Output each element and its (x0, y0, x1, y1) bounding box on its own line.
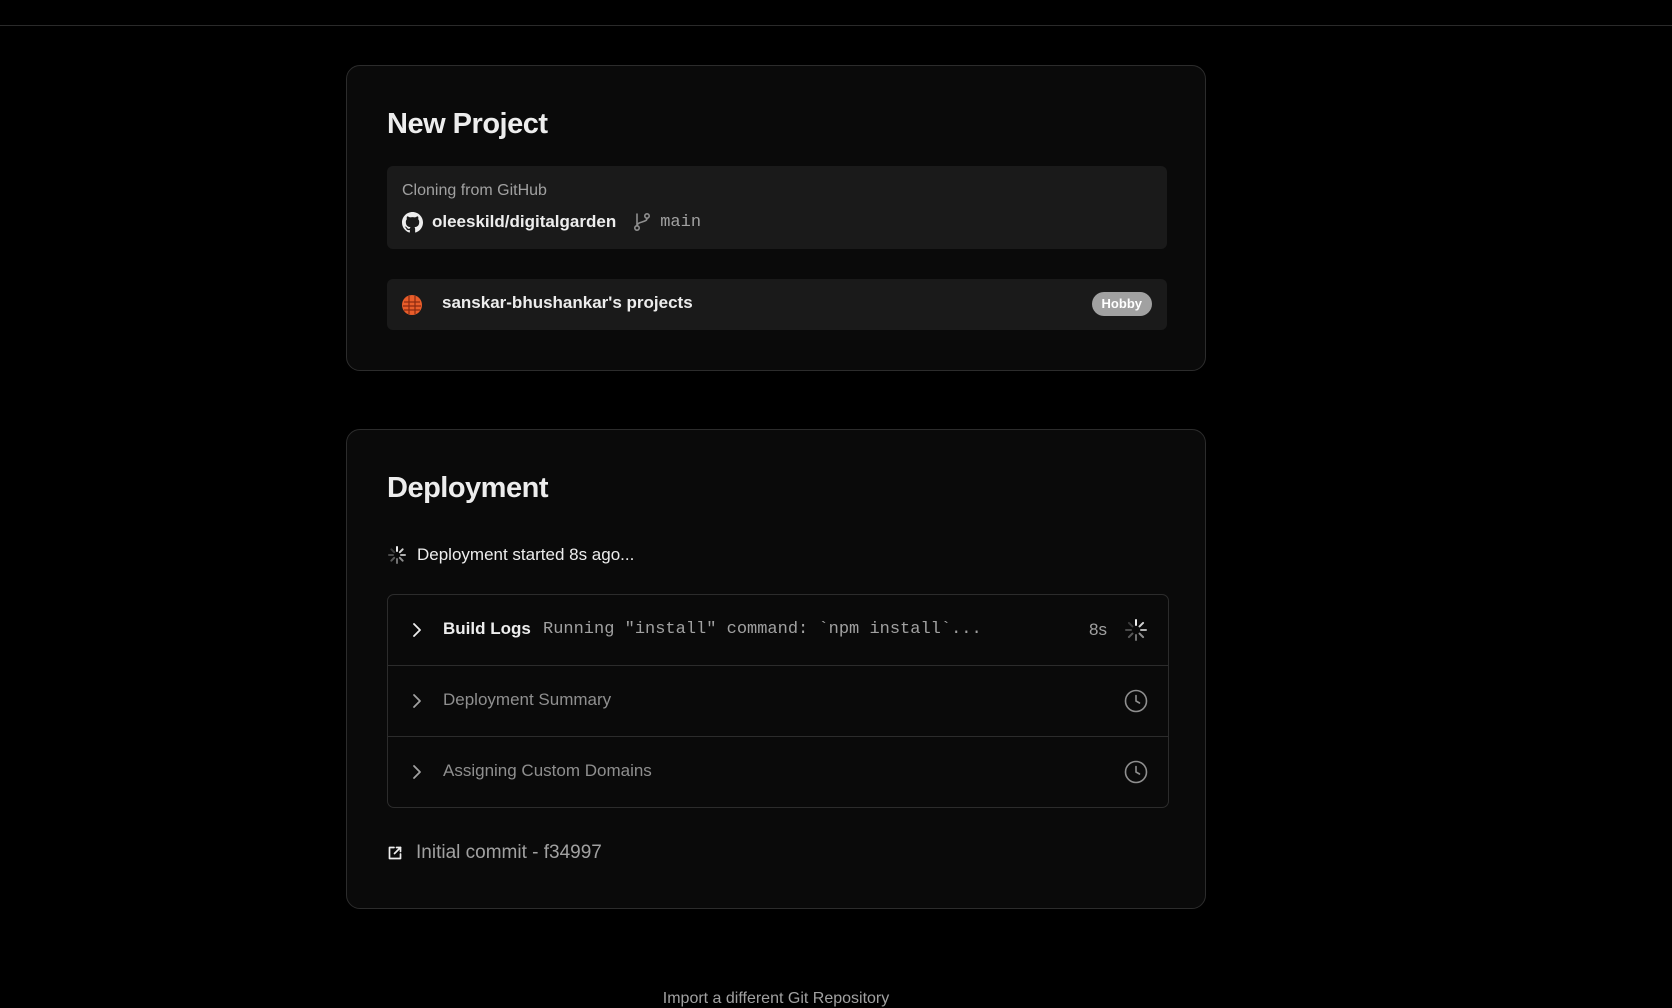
team-avatar-icon (402, 295, 422, 315)
team-name: sanskar-bhushankar's projects (442, 293, 693, 312)
deployment-title: Deployment (387, 472, 548, 504)
plan-badge: Hobby (1091, 292, 1152, 316)
clock-icon (1124, 689, 1148, 713)
commit-link[interactable]: Initial commit - f34997 (387, 840, 602, 866)
clock-icon (1124, 760, 1148, 784)
chevron-right-icon (413, 623, 421, 637)
git-branch-icon (634, 212, 651, 232)
repo-row: oleeskild/digitalgarden main (402, 210, 701, 234)
deployment-status: Deployment started 8s ago... (387, 543, 634, 567)
new-project-card: New Project Cloning from GitHub oleeskil… (346, 65, 1206, 371)
chevron-right-icon (413, 694, 421, 708)
clone-label: Cloning from GitHub (402, 182, 547, 199)
spinner-icon (1125, 619, 1147, 641)
step-build-logs[interactable]: Build Logs Running "install" command: `n… (388, 595, 1168, 665)
import-different-repo-link[interactable]: Import a different Git Repository (0, 990, 1552, 1008)
step-assigning-custom-domains[interactable]: Assigning Custom Domains (388, 736, 1168, 807)
step-title: Deployment Summary (443, 690, 612, 709)
repo-name[interactable]: oleeskild/digitalgarden (432, 212, 616, 232)
team-scope-panel[interactable]: sanskar-bhushankar's projects Hobby (387, 279, 1167, 330)
clone-source-panel: Cloning from GitHub oleeskild/digitalgar… (387, 166, 1167, 249)
commit-message: Initial commit - f34997 (416, 842, 602, 863)
build-log-line: Running "install" command: `npm install`… (543, 620, 982, 639)
step-deployment-summary[interactable]: Deployment Summary (388, 665, 1168, 736)
new-project-title: New Project (387, 108, 548, 140)
chevron-right-icon (413, 765, 421, 779)
branch-name: main (660, 212, 702, 232)
spinner-icon (388, 546, 406, 564)
step-title: Build Logs (443, 619, 531, 638)
external-link-icon (388, 846, 402, 860)
step-title: Assigning Custom Domains (443, 761, 652, 780)
step-elapsed-time: 8s (1089, 620, 1107, 639)
top-bar (0, 0, 1672, 26)
deployment-status-text: Deployment started 8s ago... (417, 545, 635, 564)
deployment-steps: Build Logs Running "install" command: `n… (387, 594, 1169, 808)
github-icon (402, 211, 423, 232)
deployment-card: Deployment Deployment started 8s ago... … (346, 429, 1206, 909)
